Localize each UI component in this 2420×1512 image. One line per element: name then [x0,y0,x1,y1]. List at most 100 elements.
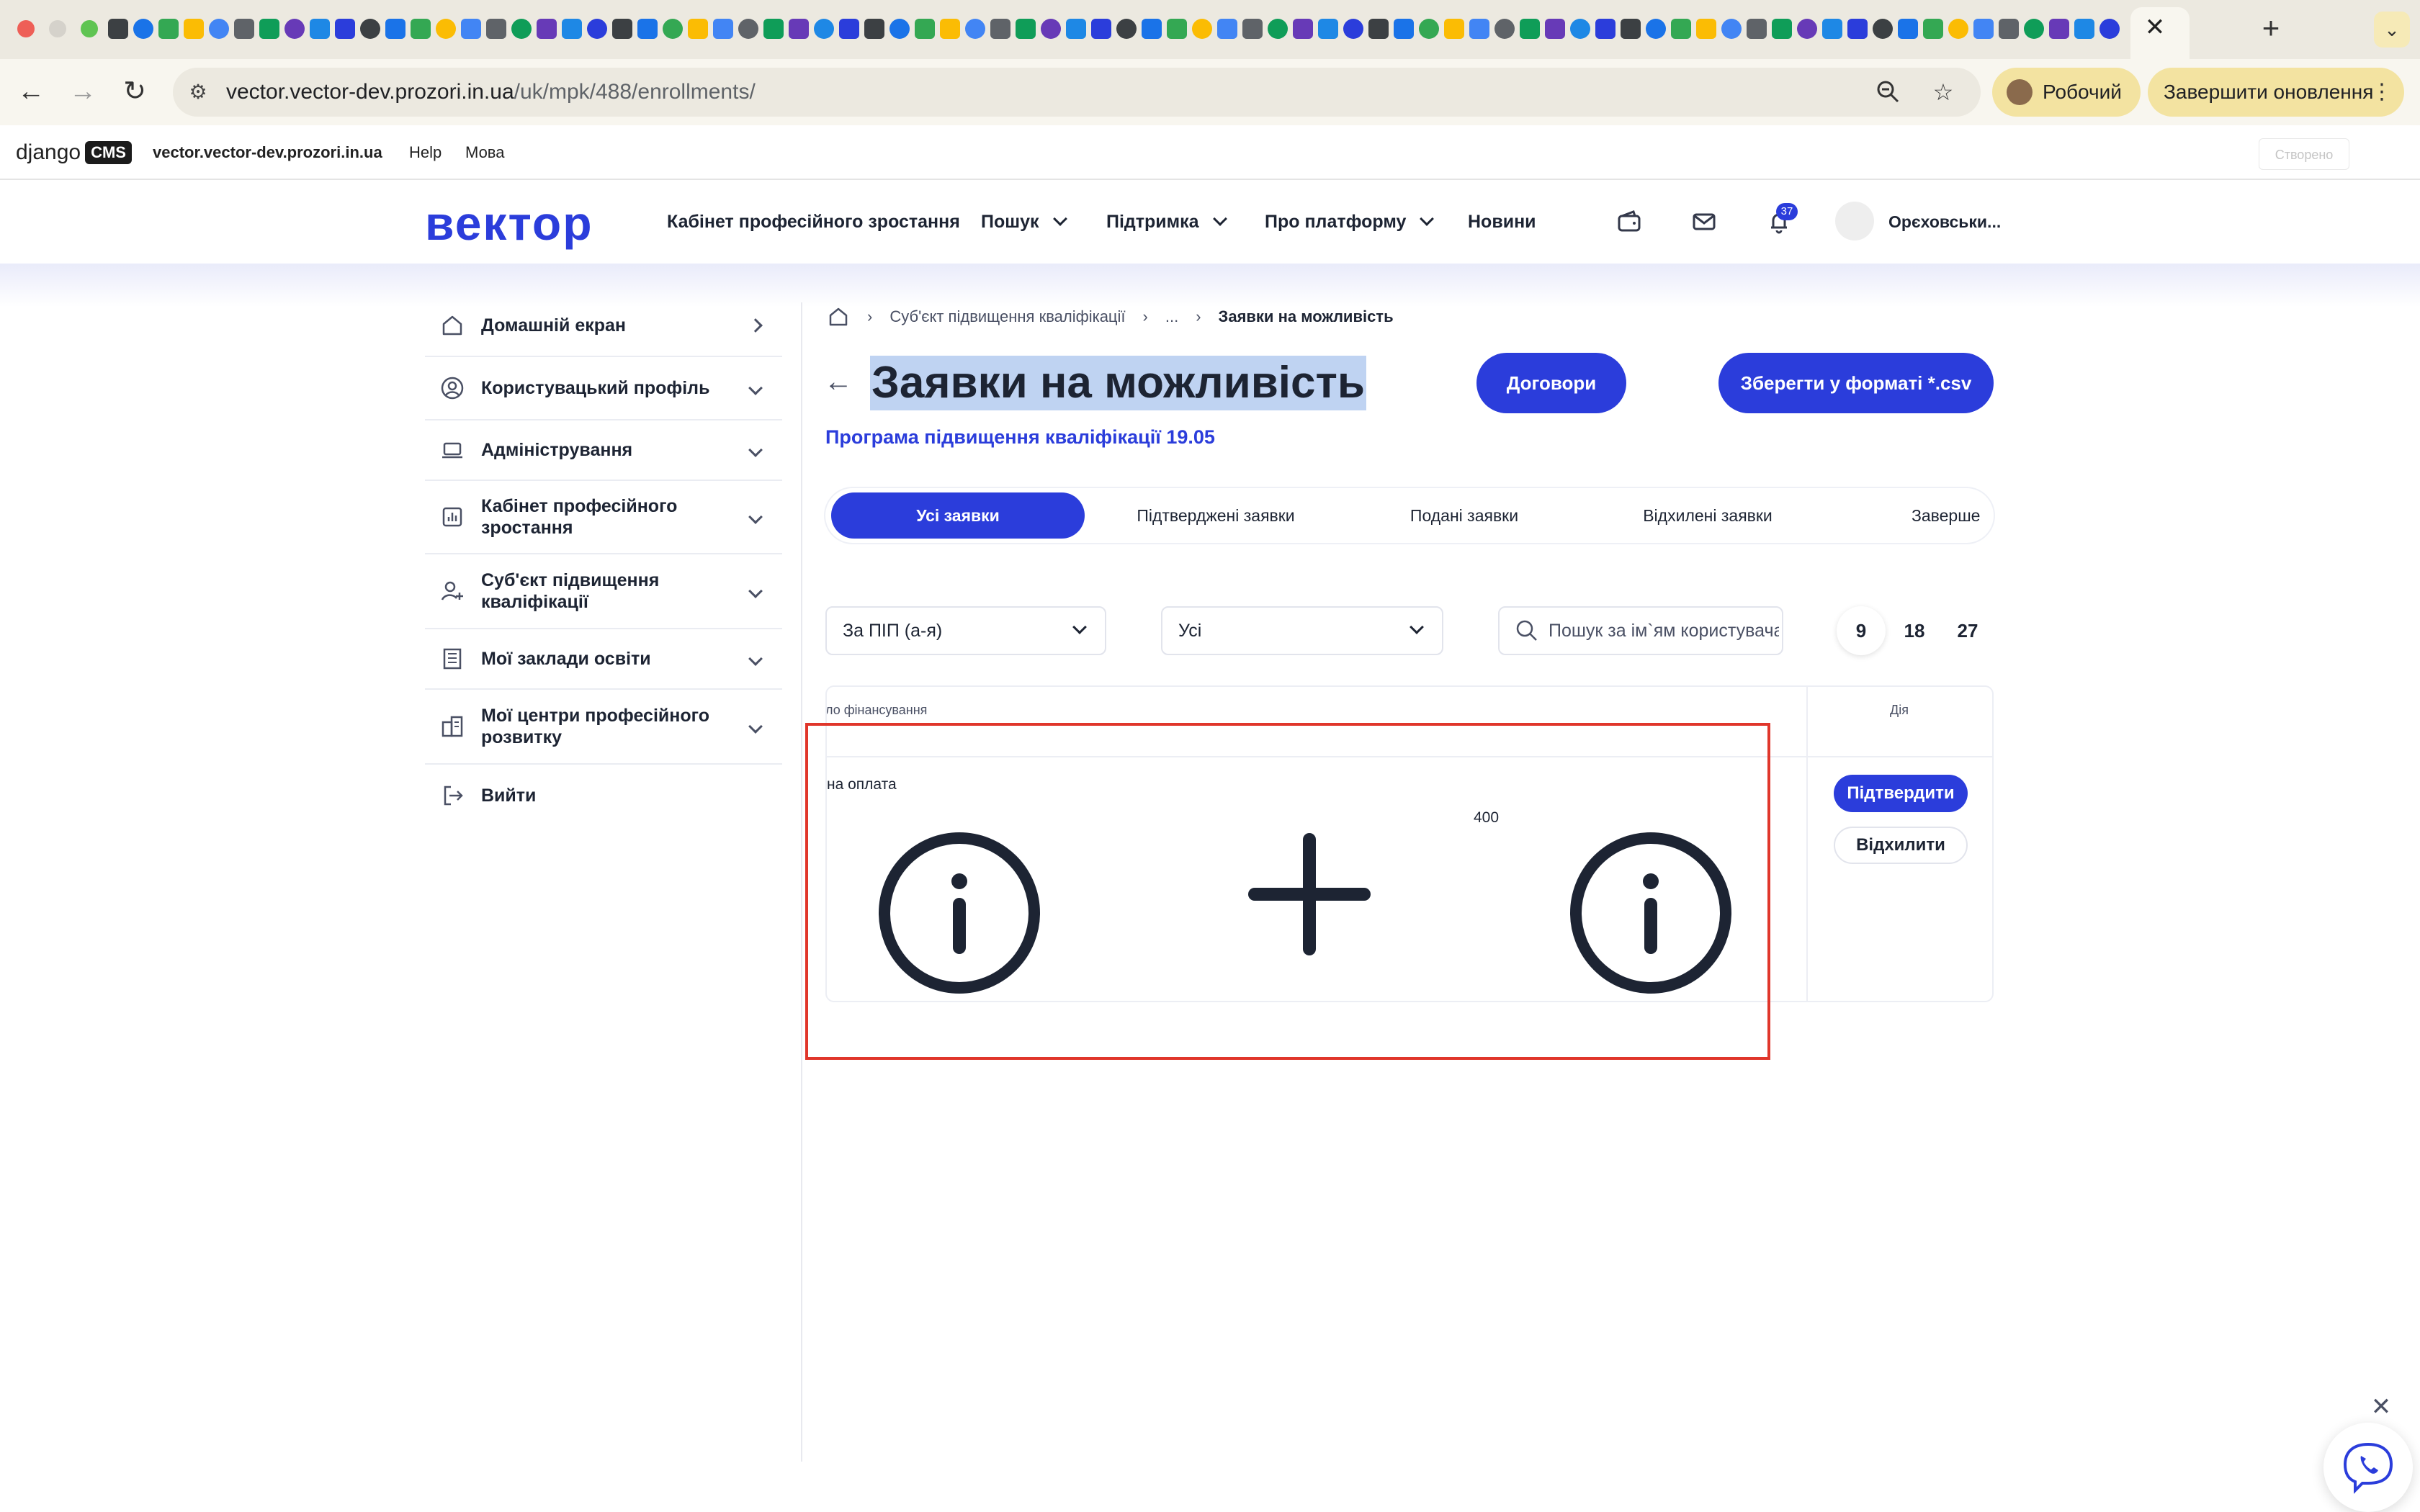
sidebar-item-cabinet[interactable]: Кабінет професійного зростання [425,481,782,554]
pinned-tab-favicon[interactable] [1595,19,1615,39]
pinned-tab-favicon[interactable] [360,19,380,39]
page-size-27[interactable]: 27 [1943,606,1992,655]
pinned-tab-favicon[interactable] [839,19,859,39]
tab-submitted[interactable]: Подані заявки [1360,492,1569,539]
pinned-tab-favicon[interactable] [637,19,658,39]
nav-search[interactable]: Пошук [981,180,1067,264]
pinned-tab-favicon[interactable] [310,19,330,39]
pinned-tab-favicon[interactable] [1041,19,1061,39]
user-avatar[interactable] [1835,202,1874,240]
tab-completed[interactable]: Заверше [1912,492,1994,539]
pinned-tab-favicon[interactable] [1444,19,1464,39]
cms-site-menu[interactable]: vector.vector-dev.prozori.in.ua [153,125,382,180]
pinned-tab-favicon[interactable] [587,19,607,39]
pinned-tab-favicon[interactable] [461,19,481,39]
pinned-tab-favicon[interactable] [1368,19,1389,39]
pinned-tab-favicon[interactable] [1646,19,1666,39]
menu-dots-icon[interactable]: ⋮ [2371,68,2393,117]
pinned-tab-favicon[interactable] [335,19,355,39]
pinned-tab-favicon[interactable] [864,19,884,39]
pinned-tab-favicon[interactable] [1242,19,1263,39]
pinned-tab-favicon[interactable] [1116,19,1137,39]
pinned-tab-favicon[interactable] [940,19,960,39]
pinned-tab-favicon[interactable] [1167,19,1187,39]
reload-icon[interactable]: ↻ [118,75,151,108]
close-icon[interactable]: ✕ [2367,1392,2396,1421]
page-size-9[interactable]: 9 [1837,606,1886,655]
address-bar[interactable]: ⚙ vector.vector-dev.prozori.in.ua/uk/mpk… [173,68,1981,117]
nav-cabinet[interactable]: Кабінет професійного зростання [667,180,960,264]
pinned-tab-favicon[interactable] [1494,19,1515,39]
pinned-tab-favicon[interactable] [2024,19,2044,39]
new-tab-icon[interactable]: + [2254,12,2287,45]
pinned-tab-favicon[interactable] [158,19,179,39]
pinned-tab-favicon[interactable] [814,19,834,39]
user-name[interactable]: Орєховськи... [1888,180,2001,264]
pinned-tab-favicon[interactable] [209,19,229,39]
sidebar-item-profile[interactable]: Користувацький профіль [425,357,782,420]
contracts-button[interactable]: Договори [1476,353,1626,413]
tab-rejected[interactable]: Відхилені заявки [1589,492,1827,539]
pinned-tab-favicon[interactable] [562,19,582,39]
pinned-tab-favicon[interactable] [1747,19,1767,39]
cms-language-menu[interactable]: Мова [465,125,504,180]
pinned-tab-favicon[interactable] [234,19,254,39]
pinned-tab-favicon[interactable] [663,19,683,39]
confirm-button[interactable]: Підтвердити [1834,775,1968,812]
pinned-tab-favicon[interactable] [2099,19,2120,39]
vector-logo[interactable]: вектор [425,196,593,250]
pinned-tab-favicon[interactable] [1721,19,1742,39]
reject-button[interactable]: Відхилити [1834,827,1968,864]
viber-chat-button[interactable] [2323,1423,2413,1512]
pinned-tab-favicon[interactable] [1671,19,1691,39]
pinned-tab-favicon[interactable] [915,19,935,39]
home-icon[interactable] [827,305,850,328]
pinned-tab-favicon[interactable] [612,19,632,39]
pinned-tab-favicon[interactable] [789,19,809,39]
pinned-tab-favicon[interactable] [1696,19,1716,39]
pinned-tab-favicon[interactable] [1419,19,1439,39]
profile-chip[interactable]: Робочий [1992,68,2141,117]
breadcrumb-ellipsis[interactable]: ... [1165,307,1178,326]
pinned-tab-favicon[interactable] [738,19,758,39]
pinned-tab-favicon[interactable] [1898,19,1918,39]
pinned-tab-favicon[interactable] [1142,19,1162,39]
sidebar-item-institutions[interactable]: Мої заклади освіти [425,629,782,690]
sidebar-item-centers[interactable]: Мої центри професійного розвитку [425,690,782,765]
nav-news[interactable]: Новини [1468,180,1536,264]
wallet-icon[interactable] [1615,207,1644,236]
pinned-tab-favicon[interactable] [1570,19,1590,39]
window-close-dot[interactable] [17,20,35,37]
tab-search-icon[interactable]: ⌄ [2374,12,2410,48]
mail-icon[interactable] [1690,207,1718,236]
pinned-tab-favicon[interactable] [1469,19,1489,39]
pinned-tab-favicon[interactable] [1822,19,1842,39]
status-select[interactable]: Усі [1161,606,1443,655]
pinned-tab-favicon[interactable] [2049,19,2069,39]
pinned-tab-favicon[interactable] [1293,19,1313,39]
pinned-tab-favicon[interactable] [1192,19,1212,39]
pinned-tab-favicon[interactable] [511,19,532,39]
pinned-tab-favicon[interactable] [1016,19,1036,39]
export-csv-button[interactable]: Зберегти у форматі *.csv [1718,353,1994,413]
back-icon[interactable]: ← [14,75,48,108]
pinned-tab-favicon[interactable] [889,19,910,39]
pinned-tab-favicon[interactable] [1217,19,1237,39]
pinned-tab-favicon[interactable] [436,19,456,39]
pinned-tab-favicon[interactable] [259,19,279,39]
pinned-tab-favicon[interactable] [1847,19,1868,39]
pinned-tab-favicon[interactable] [1343,19,1363,39]
window-maximize-dot[interactable] [81,20,98,37]
pinned-tab-favicon[interactable] [108,19,128,39]
pinned-tab-favicon[interactable] [1066,19,1086,39]
pinned-tab-favicon[interactable] [1318,19,1338,39]
django-cms-logo[interactable]: django CMS [16,138,132,167]
pinned-tab-favicon[interactable] [486,19,506,39]
pinned-tab-favicon[interactable] [1621,19,1641,39]
pinned-tab-favicon[interactable] [990,19,1010,39]
breadcrumb-subject[interactable]: Суб'єкт підвищення кваліфікації [889,307,1125,326]
pinned-tab-favicon[interactable] [965,19,985,39]
tab-all[interactable]: Усі заявки [831,492,1085,539]
page-size-18[interactable]: 18 [1890,606,1939,655]
cms-status-button[interactable]: Створено [2259,138,2349,170]
